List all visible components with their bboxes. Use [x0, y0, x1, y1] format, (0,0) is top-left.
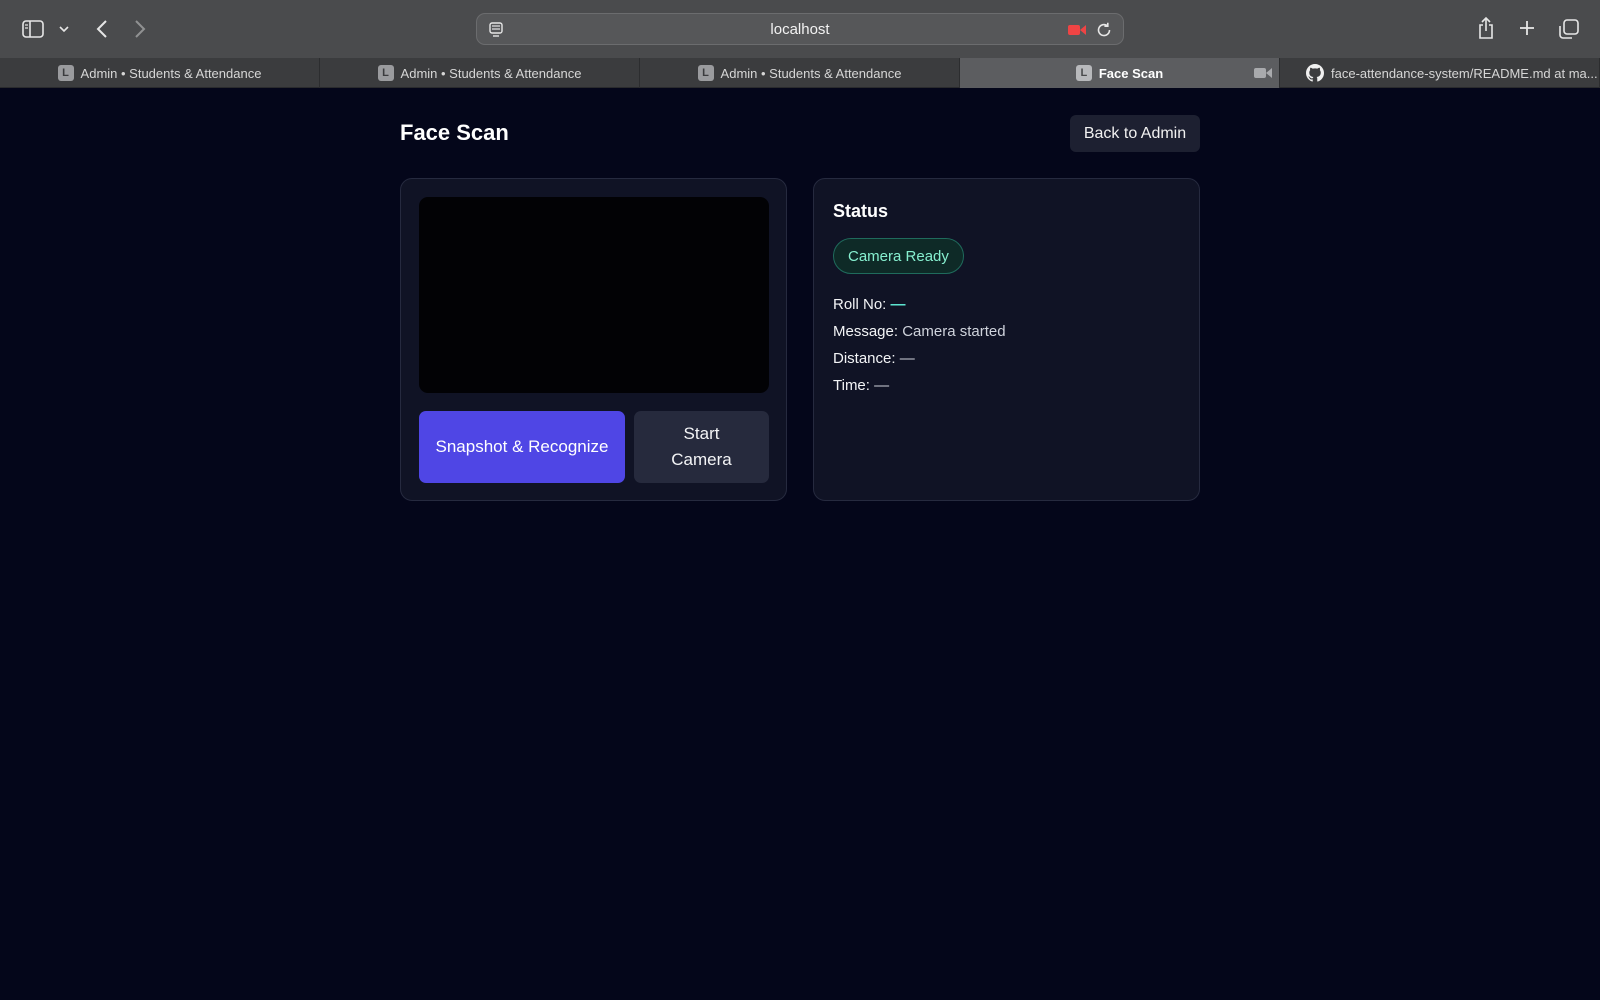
- page-title: Face Scan: [400, 120, 509, 145]
- distance-value: —: [899, 350, 915, 367]
- snapshot-recognize-button[interactable]: Snapshot & Recognize: [419, 411, 625, 483]
- tab-label: Face Scan: [1098, 65, 1164, 81]
- tab-favicon: L: [697, 65, 714, 81]
- tab-face-scan[interactable]: L Face Scan: [960, 58, 1280, 88]
- roll-no-row: Roll No: —: [833, 296, 906, 313]
- tab-github-readme[interactable]: face-attendance-system/README.md at ma..…: [1280, 58, 1600, 88]
- url-text[interactable]: localhost: [477, 21, 1123, 38]
- tab-label: Admin • Students & Attendance: [80, 65, 262, 81]
- tab-favicon: L: [377, 65, 394, 81]
- forward-arrow-icon[interactable]: [128, 16, 152, 42]
- start-camera-button[interactable]: Start Camera: [634, 411, 769, 483]
- camera-recording-icon[interactable]: [1067, 22, 1087, 38]
- back-arrow-icon[interactable]: [90, 16, 114, 42]
- tab-admin-1[interactable]: L Admin • Students & Attendance: [0, 58, 320, 88]
- tabs-overview-icon[interactable]: [1556, 16, 1582, 42]
- message-label: Message:: [833, 323, 899, 340]
- roll-no-value: —: [890, 296, 906, 313]
- tab-label: Admin • Students & Attendance: [400, 65, 582, 81]
- status-badge: Camera Ready: [833, 238, 964, 274]
- browser-toolbar: localhost: [0, 0, 1600, 58]
- tab-label: face-attendance-system/README.md at ma..…: [1331, 65, 1598, 81]
- tab-admin-2[interactable]: L Admin • Students & Attendance: [320, 58, 640, 88]
- time-value: —: [874, 377, 890, 394]
- time-label: Time:: [833, 377, 870, 394]
- message-row: Message: Camera started: [833, 323, 1006, 340]
- chevron-down-icon[interactable]: [56, 18, 72, 40]
- camera-panel: Snapshot & Recognize Start Camera: [400, 178, 787, 501]
- tab-favicon: L: [1075, 65, 1092, 81]
- time-row: Time: —: [833, 377, 889, 394]
- share-icon[interactable]: [1474, 14, 1498, 42]
- status-panel: Status Camera Ready Roll No: — Message: …: [813, 178, 1200, 501]
- tab-label: Admin • Students & Attendance: [720, 65, 902, 81]
- camera-video-feed: [419, 197, 769, 393]
- status-heading: Status: [833, 201, 889, 221]
- camera-icon[interactable]: [1253, 65, 1273, 81]
- distance-row: Distance: —: [833, 350, 915, 367]
- address-bar[interactable]: localhost: [476, 13, 1124, 45]
- plus-icon[interactable]: [1515, 16, 1539, 40]
- tab-favicon: L: [57, 65, 74, 81]
- reload-icon[interactable]: [1095, 21, 1113, 39]
- sidebar-icon[interactable]: [20, 16, 46, 42]
- message-value: Camera started: [902, 323, 1006, 340]
- roll-no-label: Roll No:: [833, 296, 887, 313]
- github-icon: [1306, 64, 1324, 82]
- tab-strip: L Admin • Students & Attendance L Admin …: [0, 58, 1600, 88]
- back-to-admin-button[interactable]: Back to Admin: [1070, 115, 1200, 152]
- tab-admin-3[interactable]: L Admin • Students & Attendance: [640, 58, 960, 88]
- distance-label: Distance:: [833, 350, 896, 367]
